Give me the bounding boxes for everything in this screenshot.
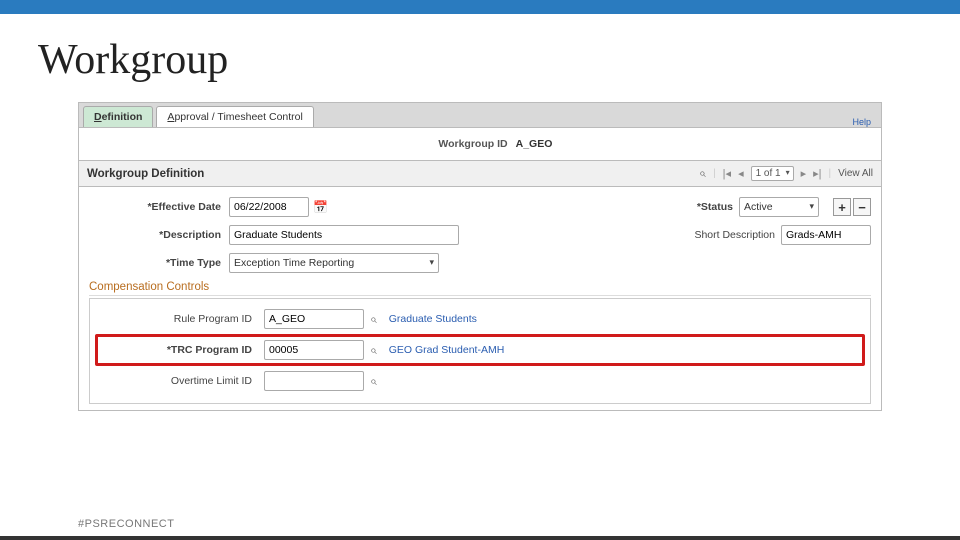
effective-date-label: Effective Date xyxy=(89,201,229,213)
search-icon[interactable]: ⌕ xyxy=(699,166,706,181)
next-icon[interactable]: ▸ xyxy=(801,167,807,180)
trc-program-label: TRC Program ID xyxy=(102,344,258,356)
description-field[interactable] xyxy=(229,225,459,245)
compensation-controls-header: Compensation Controls xyxy=(89,281,871,296)
slide-hashtag: #PSRECONNECT xyxy=(78,518,174,530)
trc-program-link[interactable]: GEO Grad Student-AMH xyxy=(389,344,505,356)
tab-definition[interactable]: Definition xyxy=(83,106,153,127)
short-desc-field[interactable] xyxy=(781,225,871,245)
workgroup-id-row: Workgroup ID A_GEO xyxy=(78,128,882,160)
section-header: Workgroup Definition ⌕ | |◂ ◂ 1 of 1 ▸ ▸… xyxy=(78,160,882,187)
remove-row-button[interactable]: − xyxy=(853,198,871,216)
tab-approval-timesheet[interactable]: Approval / Timesheet Control xyxy=(156,106,313,127)
add-row-button[interactable]: + xyxy=(833,198,851,216)
lookup-icon[interactable]: ⌕ xyxy=(370,312,377,327)
lookup-icon[interactable]: ⌕ xyxy=(370,374,377,389)
view-all-link[interactable]: View All xyxy=(838,168,873,179)
time-type-select[interactable]: Exception Time Reporting xyxy=(229,253,439,273)
prev-icon[interactable]: ◂ xyxy=(738,167,744,180)
overtime-limit-label: Overtime Limit ID xyxy=(98,375,258,387)
overtime-limit-field[interactable] xyxy=(264,371,364,391)
compensation-controls-box: Rule Program ID ⌕ Graduate Students TRC … xyxy=(89,298,871,404)
calendar-icon[interactable]: 📅 xyxy=(313,200,328,214)
status-label: *Status xyxy=(697,201,733,213)
definition-panel: Effective Date 📅 *Status Active + − Desc… xyxy=(78,187,882,411)
effective-date-field[interactable] xyxy=(229,197,309,217)
status-select[interactable]: Active xyxy=(739,197,819,217)
page-indicator[interactable]: 1 of 1 xyxy=(751,166,794,181)
rule-program-field[interactable] xyxy=(264,309,364,329)
tab-bar: Definition Approval / Timesheet Control … xyxy=(78,102,882,128)
trc-highlight: TRC Program ID ⌕ GEO Grad Student-AMH xyxy=(95,334,865,366)
slide-title: Workgroup xyxy=(38,36,960,84)
last-icon[interactable]: ▸| xyxy=(813,167,821,180)
rule-program-label: Rule Program ID xyxy=(98,313,258,325)
workgroup-id-value: A_GEO xyxy=(516,138,553,150)
short-desc-label: Short Description xyxy=(694,229,775,241)
description-label: Description xyxy=(89,229,229,241)
trc-program-field[interactable] xyxy=(264,340,364,360)
rule-program-link[interactable]: Graduate Students xyxy=(389,313,477,325)
help-link[interactable]: Help xyxy=(852,117,877,127)
first-icon[interactable]: |◂ xyxy=(723,167,731,180)
section-title: Workgroup Definition xyxy=(87,168,204,180)
slide-accent-bar xyxy=(0,0,960,14)
app-screenshot: Definition Approval / Timesheet Control … xyxy=(78,102,882,411)
time-type-label: Time Type xyxy=(89,257,229,269)
slide-bottom-bar xyxy=(0,536,960,540)
workgroup-id-label: Workgroup ID xyxy=(408,138,508,150)
lookup-icon[interactable]: ⌕ xyxy=(370,343,377,358)
section-nav: ⌕ | |◂ ◂ 1 of 1 ▸ ▸| | View All xyxy=(699,166,873,181)
